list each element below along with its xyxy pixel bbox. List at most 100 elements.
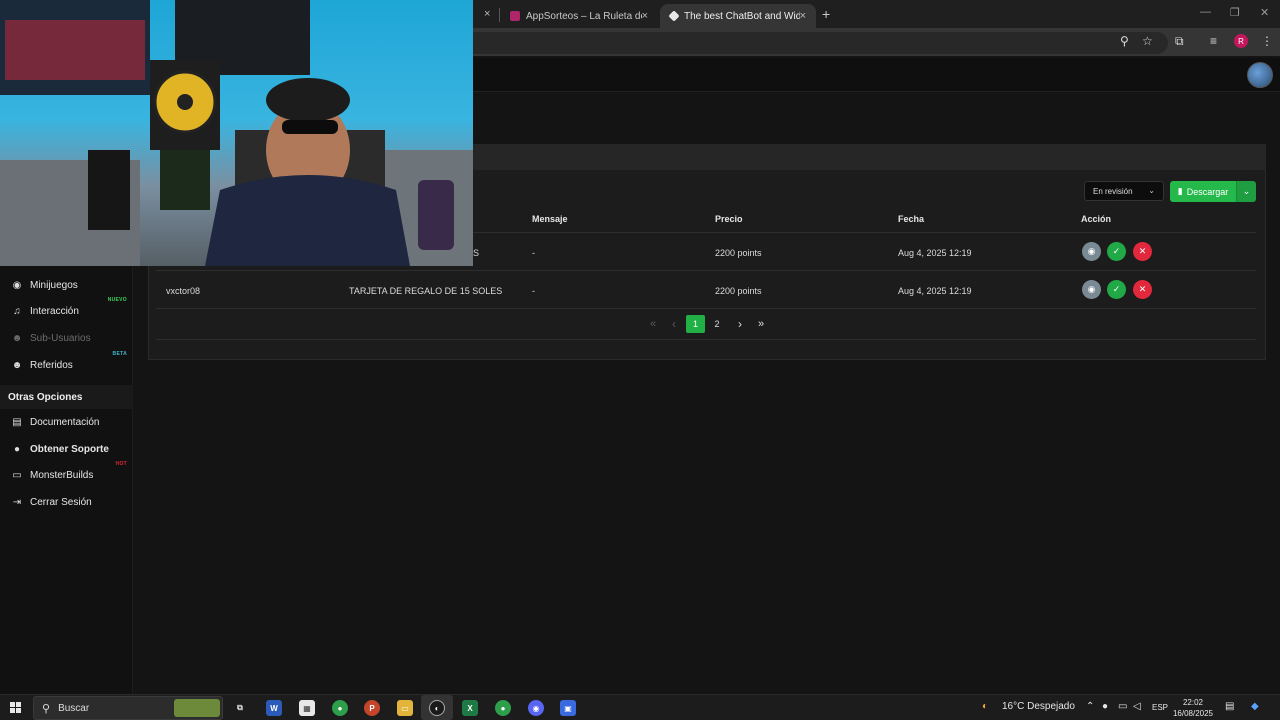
tab-close-icon[interactable]: × (484, 8, 490, 20)
search-icon: ⚲ (42, 702, 51, 715)
table-cell-price: 2200 points (715, 248, 762, 258)
book-icon: ▤ (12, 416, 22, 428)
sidebar-item-sub-usuarios[interactable]: ☻ Sub-Usuarios (11, 330, 129, 346)
sunglasses (282, 120, 338, 134)
table-cell-message: - (532, 286, 535, 296)
zoom-icon[interactable]: ⚲ (1120, 34, 1129, 48)
close-window-icon[interactable]: ✕ (1260, 6, 1269, 19)
section-otras-opciones: Otras Opciones (0, 385, 133, 409)
eye-icon: ◉ (1087, 284, 1096, 294)
download-options-button[interactable]: ⌄ (1236, 181, 1256, 202)
table-cell-message: - (532, 248, 535, 258)
new-tab-button[interactable]: + (822, 6, 830, 22)
search-highlight-icon (174, 699, 220, 717)
file-icon: ▮ (1177, 186, 1183, 196)
language-indicator[interactable]: ESP (1152, 703, 1168, 712)
windows-start-icon[interactable] (10, 702, 22, 714)
webcam-scene (0, 0, 473, 266)
network-icon[interactable]: ▭ (1118, 701, 1127, 712)
word-icon[interactable]: W (266, 700, 282, 716)
appsorteos-favicon-icon (510, 11, 520, 21)
tab-label: The best ChatBot and Widgets (683, 10, 800, 22)
speaker (88, 150, 130, 230)
table-divider (156, 308, 1256, 309)
minimize-icon[interactable]: — (1200, 6, 1211, 18)
sidebar-item-cerrar-sesion[interactable]: ⇥ Cerrar Sesión (11, 494, 129, 510)
microphone-icon[interactable]: ● (1102, 701, 1108, 712)
store-icon[interactable]: ▦ (299, 700, 315, 716)
table-cell-reward: S (473, 248, 480, 258)
search-placeholder: Buscar (58, 702, 90, 714)
music-note-icon: ♫ (13, 305, 21, 317)
pagination-first[interactable]: « (646, 315, 660, 333)
sidebar-item-referidos[interactable]: ☻ Referidos BETA (11, 351, 129, 373)
table-cell-user: vxctor08 (166, 286, 201, 296)
restore-icon[interactable]: ❐ (1230, 6, 1240, 19)
chevron-up-icon[interactable]: ⌃ (1086, 701, 1094, 712)
chrome-icon[interactable]: ● (332, 700, 348, 716)
tab-label: AppSorteos – La Ruleta de la Su (525, 10, 642, 22)
hot-badge: HOT (115, 461, 127, 467)
bookmark-star-icon[interactable]: ☆ (1142, 34, 1153, 48)
pagination-page-2[interactable]: 2 (708, 315, 726, 333)
sidebar-item-label: Referidos (30, 359, 73, 371)
tab-appsorteos[interactable]: AppSorteos – La Ruleta de la Su × (500, 4, 658, 28)
sidebar-item-monsterbuilds[interactable]: ▭ MonsterBuilds HOT (11, 461, 129, 483)
excel-icon[interactable]: X (462, 700, 478, 716)
logout-icon: ⇥ (12, 496, 22, 508)
eye-icon: ◉ (1087, 246, 1096, 256)
volume-icon[interactable]: ◁ (1133, 701, 1141, 712)
approve-button[interactable]: ✓ (1107, 242, 1126, 261)
profile-avatar[interactable]: R (1234, 34, 1248, 48)
tv-image (5, 20, 145, 80)
pagination-last[interactable]: » (754, 315, 768, 333)
pagination-page-1[interactable]: 1 (686, 315, 705, 333)
clock-time: 22:02 (1182, 698, 1204, 707)
reject-button[interactable]: ✕ (1133, 280, 1152, 299)
approve-button[interactable]: ✓ (1107, 280, 1126, 299)
pagination-prev[interactable]: ‹ (667, 315, 681, 333)
reject-button[interactable]: ✕ (1133, 242, 1152, 261)
tab-close-icon[interactable]: × (642, 10, 648, 22)
notifications-icon[interactable]: ▤ (1225, 701, 1234, 712)
obs-icon[interactable]: ◐ (429, 700, 445, 716)
sidebar-item-minijuegos[interactable]: ◉ Minijuegos (11, 277, 129, 293)
download-button[interactable]: ▮ Descargar (1170, 181, 1236, 202)
user-group-icon: ☻ (11, 359, 23, 371)
view-button[interactable]: ◉ (1082, 280, 1101, 299)
chrome-profile-icon[interactable]: ● (495, 700, 511, 716)
taskbar: ⚲ Buscar ⧉ W ▦ ● P ▭ ◐ X ● ◉ ▣ ◐ 16°C De… (0, 694, 1280, 720)
close-icon: ✕ (1138, 284, 1147, 294)
media-control-icon[interactable]: ≡ (1210, 34, 1217, 48)
column-header-precio: Precio (715, 214, 743, 224)
status-filter-value: En revisión (1093, 186, 1133, 196)
user-avatar[interactable] (1247, 62, 1273, 88)
task-view-icon[interactable]: ⧉ (232, 700, 248, 716)
file-explorer-icon[interactable]: ▭ (397, 700, 413, 716)
more-menu-icon[interactable]: ⋮ (1261, 34, 1273, 48)
taskbar-clock[interactable]: 22:02 16/08/2025 (1168, 697, 1218, 719)
sidebar-item-label: Obtener Soporte (30, 443, 109, 455)
extensions-icon[interactable]: ⧉ (1175, 34, 1184, 49)
tab-close-icon[interactable]: × (800, 10, 806, 22)
copilot-icon[interactable]: ◆ (1251, 701, 1259, 712)
taskbar-search[interactable]: ⚲ Buscar (33, 696, 223, 720)
pagination-next[interactable]: › (733, 315, 747, 333)
microphone (418, 180, 454, 250)
sidebar-item-interaccion[interactable]: ♫ Interacción NUEVO (11, 297, 129, 319)
weather-text[interactable]: 16°C Despejado (1002, 701, 1075, 712)
nuevo-badge: NUEVO (107, 297, 127, 303)
status-filter-select[interactable]: En revisión ⌄ (1084, 181, 1164, 201)
chevron-down-icon: ⌄ (1242, 186, 1251, 196)
sidebar-item-label: Minijuegos (30, 279, 78, 291)
table-cell-date: Aug 4, 2025 12:19 (898, 248, 972, 258)
tab-chatbot[interactable]: The best ChatBot and Widgets × (660, 4, 816, 28)
sidebar-item-obtener-soporte[interactable]: ● Obtener Soporte (11, 441, 129, 457)
column-header-accion: Acción (1081, 214, 1112, 224)
sidebar-item-documentacion[interactable]: ▤ Documentación (11, 414, 129, 430)
beta-badge: BETA (112, 351, 127, 357)
view-button[interactable]: ◉ (1082, 242, 1101, 261)
app-icon[interactable]: ▣ (560, 700, 576, 716)
powerpoint-icon[interactable]: P (364, 700, 380, 716)
discord-icon[interactable]: ◉ (528, 700, 544, 716)
